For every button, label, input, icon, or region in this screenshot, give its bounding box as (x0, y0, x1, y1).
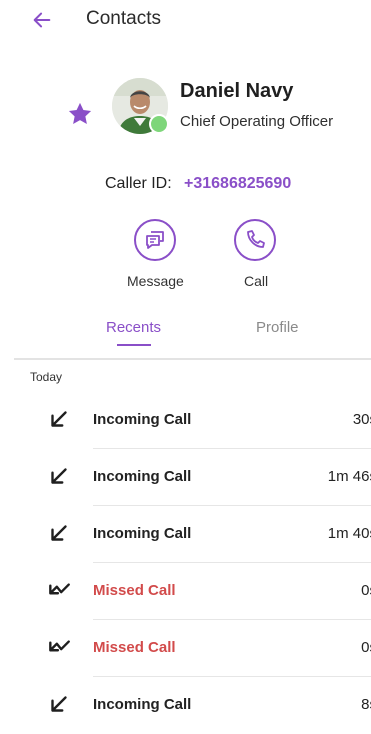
list-item[interactable]: Incoming Call 8s (0, 677, 371, 734)
section-header-today: Today (30, 370, 63, 384)
call-duration: 0s (361, 582, 371, 599)
tabs-divider (14, 358, 371, 360)
missed-call-icon (49, 640, 70, 652)
favorite-star-icon[interactable] (66, 100, 94, 133)
list-item[interactable]: Incoming Call 1m 40s (0, 506, 371, 563)
message-button[interactable] (134, 219, 176, 261)
call-type-label: Incoming Call (93, 525, 192, 542)
incoming-call-icon (51, 468, 67, 484)
tab-profile[interactable]: Profile (256, 319, 299, 336)
phone-icon (247, 230, 265, 248)
contact-name: Daniel Navy (180, 80, 294, 102)
list-item[interactable]: Incoming Call 1m 46s (0, 449, 371, 506)
back-button[interactable] (28, 6, 56, 34)
call-type-label: Incoming Call (93, 411, 192, 428)
missed-call-icon (49, 583, 70, 595)
incoming-call-icon (51, 525, 67, 541)
message-icon (146, 231, 164, 249)
contact-job-title: Chief Operating Officer (180, 113, 334, 130)
tab-recents[interactable]: Recents (106, 319, 161, 336)
caller-id-number[interactable]: +31686825690 (184, 175, 291, 193)
page-title: Contacts (86, 8, 161, 29)
call-duration: 8s (361, 696, 371, 713)
incoming-call-icon (51, 411, 67, 427)
call-type-label: Incoming Call (93, 468, 192, 485)
call-type-label: Missed Call (93, 582, 176, 599)
presence-status-indicator (149, 114, 169, 134)
list-item[interactable]: Missed Call 0s (0, 563, 371, 620)
call-button[interactable] (234, 219, 276, 261)
list-item[interactable]: Incoming Call 30s (0, 392, 371, 449)
call-duration: 30s (352, 411, 371, 428)
call-duration: 1m 40s (327, 525, 371, 542)
call-duration: 1m 46s (327, 468, 371, 485)
call-button-label: Call (244, 273, 269, 289)
list-item[interactable]: Missed Call 0s (0, 620, 371, 677)
call-duration: 0s (361, 639, 371, 656)
active-tab-indicator (117, 344, 151, 346)
incoming-call-icon (51, 696, 67, 712)
call-type-label: Incoming Call (93, 696, 192, 713)
call-type-label: Missed Call (93, 639, 176, 656)
caller-id-label: Caller ID: (105, 175, 172, 192)
message-button-label: Message (127, 273, 184, 289)
arrow-left-icon (33, 12, 51, 28)
